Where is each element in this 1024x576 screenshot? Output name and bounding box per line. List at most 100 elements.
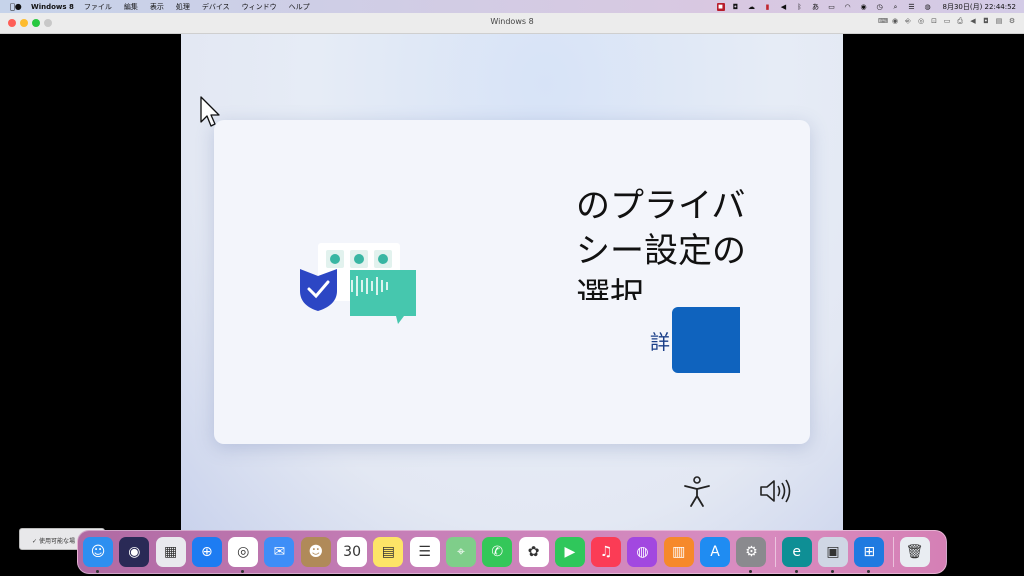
dock-maps-icon[interactable]: ⌖ (445, 537, 476, 567)
dock-music-icon[interactable]: ♫ (591, 537, 622, 567)
keyboard-icon[interactable]: ⌨ (878, 17, 888, 26)
parallels-control-center-glyph: ▣ (826, 544, 840, 560)
dock-mail-icon[interactable]: ✉ (264, 537, 295, 567)
menubar-clock[interactable]: 8月30日(月) 22:44:52 (943, 2, 1017, 12)
dock-separator (774, 537, 776, 567)
running-indicator (794, 570, 798, 573)
vm-window: Windows 8 ⌨ ◉ ⎆ ◎ ⊡ ▭ ⎙ ◀ ◘ ▤ ⚙ のプライバシー設… (0, 13, 1024, 576)
siri-icon[interactable]: ◍ (923, 3, 933, 11)
dock-separator (892, 537, 894, 567)
setup-heading: のプライバシー設定の選択 (576, 186, 746, 300)
onedrive-icon[interactable]: ◘ (731, 3, 741, 11)
dock-siri-icon[interactable]: ◉ (119, 537, 150, 567)
running-indicator (749, 570, 753, 573)
dock-messages-icon[interactable]: ✆ (482, 537, 513, 567)
apple-menu-icon[interactable]: ● (10, 2, 24, 11)
trash-glyph: 🗑 (905, 544, 924, 560)
podcasts-glyph: ◍ (636, 544, 649, 560)
user-icon[interactable]: ◉ (859, 3, 869, 11)
facetime-glyph: ▶ (564, 544, 576, 560)
running-indicator (830, 570, 834, 573)
input-method-icon[interactable]: あ (811, 3, 821, 11)
running-indicator (867, 570, 871, 573)
dock-system-preferences-icon[interactable]: ⚙ (736, 537, 767, 573)
battery-icon[interactable]: ▭ (827, 3, 837, 11)
record-icon[interactable]: ◉ (891, 17, 899, 26)
messages-glyph: ✆ (491, 544, 504, 560)
dock: ☺ ◉ ▦ ⊕ ◎ ✉ ☻ 30 ▤ ☰ ⌖ ✆ ✿ ▶ ♫ ◍ ▥ A ⚙ e ▣ ⊞ 🗑 (77, 530, 947, 574)
books-glyph: ▥ (672, 544, 686, 560)
dock-eset-icon[interactable]: e (781, 537, 812, 573)
menu-item[interactable]: 編集 (124, 3, 138, 11)
cloud-icon[interactable]: ☁ (747, 3, 757, 11)
dock-app-store-icon[interactable]: A (700, 537, 731, 567)
printer-icon[interactable]: ⎙ (956, 17, 964, 26)
menu-item[interactable]: 表示 (150, 3, 164, 11)
timemachine-icon[interactable]: ◷ (875, 3, 885, 11)
dock-finder-icon[interactable]: ☺ (83, 537, 113, 573)
parallels-status-icon[interactable]: ■ (716, 2, 725, 11)
coherence-icon[interactable]: ▤ (995, 17, 1003, 26)
system-preferences-glyph: ⚙ (745, 544, 758, 560)
launchpad-glyph: ▦ (163, 544, 178, 560)
dock-chrome-icon[interactable]: ◎ (228, 537, 259, 573)
menu-item[interactable]: 処理 (176, 3, 190, 11)
contacts-glyph: ☻ (308, 544, 324, 560)
sound-icon[interactable]: ◀ (969, 17, 977, 26)
next-button[interactable] (672, 307, 740, 373)
wifi-icon[interactable]: ◠ (843, 3, 853, 11)
dock-launchpad-icon[interactable]: ▦ (155, 537, 186, 567)
calendar-glyph: 30 (343, 544, 361, 560)
red-app-icon[interactable]: ▮ (763, 3, 773, 11)
running-indicator (96, 570, 99, 573)
usb-icon[interactable]: ⎆ (904, 17, 912, 26)
dock-calendar-icon[interactable]: 30 (337, 537, 368, 567)
accessibility-icon[interactable] (682, 476, 712, 508)
notes-glyph: ▤ (381, 544, 395, 560)
window-titlebar[interactable]: Windows 8 ⌨ ◉ ⎆ ◎ ⊡ ▭ ⎙ ◀ ◘ ▤ ⚙ (0, 13, 1024, 34)
menu-item[interactable]: デバイス (202, 3, 230, 11)
window-title: Windows 8 (490, 17, 534, 26)
app-menu[interactable]: Windows 8 (31, 3, 74, 11)
dock-notes-icon[interactable]: ▤ (373, 537, 404, 567)
dock-safari-icon[interactable]: ⊕ (191, 537, 222, 567)
cd-icon[interactable]: ◎ (917, 17, 925, 26)
dock-trash-icon[interactable]: 🗑 (899, 537, 930, 567)
safari-glyph: ⊕ (201, 544, 213, 560)
dock-photos-icon[interactable]: ✿ (518, 537, 549, 567)
guest-screen[interactable]: のプライバシー設定の選択 詳 (181, 34, 843, 533)
settings-icon[interactable]: ⚙ (1008, 17, 1016, 26)
volume-icon[interactable] (759, 478, 791, 504)
menu-item[interactable]: ヘルプ (289, 3, 310, 11)
volume-icon[interactable]: ◀ (779, 3, 789, 11)
menu-bar: ● Windows 8 ファイル 編集 表示 処理 デバイス ウィンドウ ヘルプ ■ ◘ … (0, 0, 1024, 13)
bluetooth-icon[interactable]: ᛒ (795, 3, 805, 11)
dock-contacts-icon[interactable]: ☻ (300, 537, 331, 567)
chrome-glyph: ◎ (237, 544, 250, 560)
camera-icon[interactable]: ◘ (982, 17, 990, 26)
dock-windows-8-icon[interactable]: ⊞ (854, 537, 885, 573)
menu-item[interactable]: ファイル (84, 3, 112, 11)
search-icon[interactable]: ⌕ (891, 3, 901, 11)
dock-facetime-icon[interactable]: ▶ (554, 537, 585, 567)
controlcenter-icon[interactable]: ☰ (907, 3, 917, 11)
network-icon[interactable]: ⊡ (930, 17, 938, 26)
siri-glyph: ◉ (128, 544, 141, 560)
window-toolbar: ⌨ ◉ ⎆ ◎ ⊡ ▭ ⎙ ◀ ◘ ▤ ⚙ (878, 17, 1016, 26)
shared-folder-icon[interactable]: ▭ (943, 17, 951, 26)
status-area: ■ ◘ ☁ ▮ ◀ ᛒ あ ▭ ◠ ◉ ◷ ⌕ ☰ ◍ 8月30日(月) 22:… (716, 0, 1017, 13)
dock-parallels-control-center-icon[interactable]: ▣ (817, 537, 848, 573)
learn-more-link[interactable]: 詳 (650, 326, 670, 355)
sidebar-note-label: 使用可能な場 (38, 538, 75, 545)
running-indicator (241, 570, 245, 573)
dock-books-icon[interactable]: ▥ (663, 537, 694, 567)
dock-podcasts-icon[interactable]: ◍ (627, 537, 658, 567)
windows-8-glyph: ⊞ (863, 544, 876, 560)
finder-glyph: ☺ (90, 544, 106, 560)
reminders-glyph: ☰ (418, 544, 431, 560)
dock-reminders-icon[interactable]: ☰ (409, 537, 440, 567)
menu-item[interactable]: ウィンドウ (242, 3, 277, 11)
eset-glyph: e (792, 544, 801, 560)
maps-glyph: ⌖ (457, 544, 465, 560)
mail-glyph: ✉ (273, 544, 286, 560)
